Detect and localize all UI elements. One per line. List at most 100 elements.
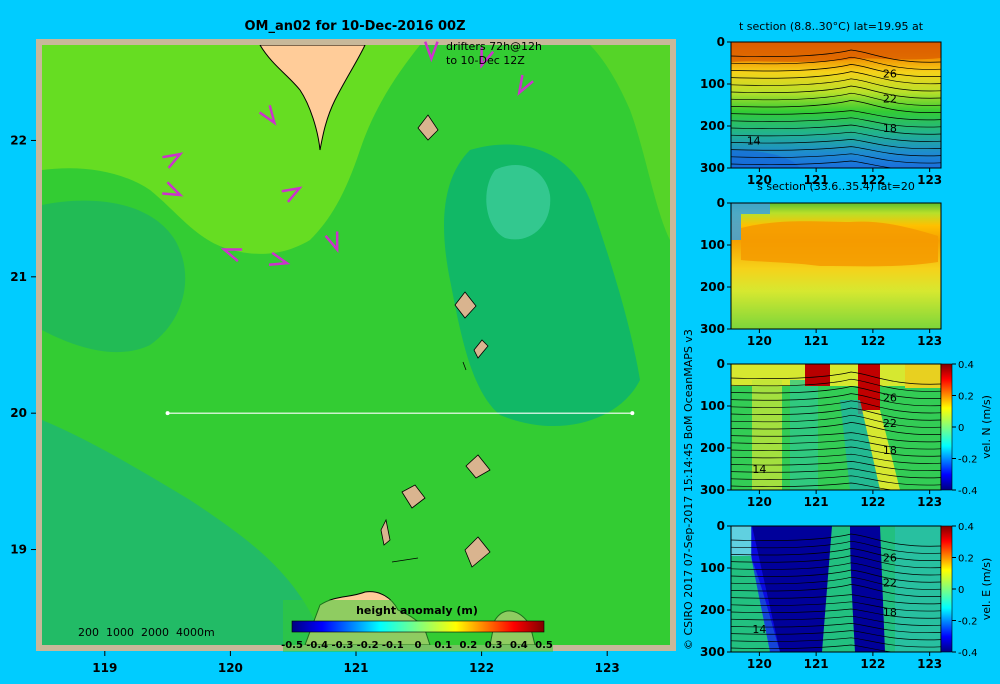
section-y-tick-label: 200 — [700, 441, 725, 455]
contour-label: 18 — [883, 606, 897, 619]
map-title: OM_an02 for 10-Dec-2016 00Z — [244, 19, 465, 34]
contour-label: 22 — [883, 417, 897, 430]
section-x-tick-label: 123 — [917, 657, 942, 671]
v-section-colorbar — [940, 363, 953, 491]
colorbar-tick-label: 0.1 — [434, 640, 452, 651]
u-section-colorbar — [940, 525, 953, 653]
section-y-tick-label: 0 — [717, 35, 725, 49]
section-x-tick-label: 123 — [917, 495, 942, 509]
section-end-marker — [630, 411, 635, 416]
section-y-tick-label: 100 — [700, 238, 725, 252]
colorbar-tick-label: 0.4 — [958, 522, 974, 533]
figure: OM_an02 for 10-Dec-2016 00Z drifters 72h… — [10, 19, 993, 675]
contour-label: 22 — [883, 577, 897, 590]
s-section-panel: s section (33.6..35.4) lat=20 120 121 122 1… — [700, 180, 942, 348]
section-y-tick-label: 0 — [717, 196, 725, 210]
section-y-tick-label: 200 — [700, 603, 725, 617]
credit-text: © CSIRO 2017 07-Sep-2017 15:14:45 BoM Oc… — [682, 329, 695, 650]
colorbar-tick-label: -0.2 — [958, 455, 978, 466]
section-y-tick-label: 300 — [700, 645, 725, 659]
colorbar-tick-label: -0.2 — [357, 640, 379, 651]
map-colorbar: height anomaly (m) -0.5 -0.4 -0.3 -0.2 -0.1 0… — [281, 600, 553, 652]
colorbar-tick-label: -0.4 — [958, 486, 978, 497]
colorbar-tick-label: 0 — [415, 640, 422, 651]
t-section-panel: t section (8.8..30°C) lat=19.95 at 120 12… — [700, 20, 942, 187]
s-section-title: s section (33.6..35.4) lat=20 — [757, 180, 915, 193]
colorbar-label: height anomaly (m) — [356, 604, 478, 617]
colorbar-tick-label: 0 — [958, 585, 964, 596]
section-x-tick-label: 122 — [860, 657, 885, 671]
colorbar-tick-label: 0 — [958, 423, 964, 434]
map-x-tick-label: 119 — [92, 661, 117, 675]
height-anomaly-map: OM_an02 for 10-Dec-2016 00Z drifters 72h… — [10, 19, 676, 675]
map-x-tick-label: 123 — [595, 661, 620, 675]
drifter-note-line2: to 10-Dec 12Z — [446, 54, 525, 67]
section-x-tick-label: 123 — [917, 334, 942, 348]
v-section-jet-left — [805, 364, 830, 386]
u-section-colorbar-label: vel. E (m/s) — [980, 558, 993, 621]
map-y-tick-label: 20 — [10, 406, 27, 420]
colorbar-tick-label: -0.3 — [331, 640, 353, 651]
contour-label: 14 — [747, 135, 761, 148]
colorbar-tick-label: 0.2 — [958, 392, 974, 403]
colorbar-tick-label: 0.2 — [958, 554, 974, 565]
section-x-tick-label: 122 — [860, 495, 885, 509]
colorbar-tick-label: 0.4 — [510, 640, 528, 651]
map-y-tick-label: 19 — [10, 543, 27, 557]
section-y-tick-label: 100 — [700, 399, 725, 413]
t-section-surface-layer — [731, 42, 941, 62]
contour-label: 18 — [883, 122, 897, 135]
colorbar-tick-label: 0.5 — [535, 640, 553, 651]
contour-label: 22 — [883, 93, 897, 106]
map-y-tick-label: 21 — [10, 270, 27, 284]
colorbar-tick-label: -0.1 — [382, 640, 404, 651]
colorbar-tick-label: -0.2 — [958, 617, 978, 628]
section-y-tick-label: 100 — [700, 561, 725, 575]
u-section-surface-cyan — [731, 526, 751, 556]
colorbar-tick-label: -0.4 — [958, 648, 978, 659]
v-section-colorbar-ticks: 0.4 0.2 0 -0.2 -0.4 — [952, 360, 978, 497]
contour-label: 26 — [883, 392, 897, 405]
section-x-tick-label: 123 — [917, 173, 942, 187]
section-y-tick-label: 100 — [700, 77, 725, 91]
drifter-note-line1: drifters 72h@12h — [446, 40, 542, 53]
map-y-tick-label: 22 — [10, 133, 27, 147]
section-x-tick-label: 121 — [804, 334, 829, 348]
section-x-tick-label: 121 — [804, 657, 829, 671]
colorbar-tick-label: -0.5 — [281, 640, 303, 651]
section-x-tick-label: 120 — [747, 495, 772, 509]
colorbar-tick-label: 0.4 — [958, 360, 974, 371]
contour-label: 26 — [883, 68, 897, 81]
map-x-tick-label: 122 — [469, 661, 494, 675]
s-section-high-salinity-core — [741, 221, 938, 267]
map-x-tick-label: 121 — [343, 661, 368, 675]
colorbar-tick-label: 0.2 — [460, 640, 478, 651]
colorbar-tick-label: -0.4 — [306, 640, 328, 651]
depth-legend: 200 1000 2000 4000m — [78, 626, 215, 639]
section-y-tick-label: 300 — [700, 322, 725, 336]
contour-label: 26 — [883, 552, 897, 565]
v-section-panel: 120 121 122 123 0 100 200 300 26 22 18 14 0.4 0.2 0 -… — [700, 357, 993, 509]
colorbar-gradient — [291, 620, 545, 633]
section-start-marker — [165, 411, 170, 416]
t-section-title: t section (8.8..30°C) lat=19.95 at — [739, 20, 924, 33]
contour-label: 14 — [752, 623, 766, 636]
contour-label: 14 — [752, 463, 766, 476]
section-y-tick-label: 200 — [700, 119, 725, 133]
v-section-colorbar-label: vel. N (m/s) — [980, 395, 993, 459]
section-x-tick-label: 120 — [747, 657, 772, 671]
section-x-tick-label: 122 — [860, 334, 885, 348]
section-y-tick-label: 0 — [717, 357, 725, 371]
colorbar-ticks: -0.5 -0.4 -0.3 -0.2 -0.1 0 0.1 0.2 0.3 0.4 0.5 — [281, 640, 553, 651]
section-y-tick-label: 300 — [700, 483, 725, 497]
section-y-tick-label: 200 — [700, 280, 725, 294]
map-x-tick-label: 120 — [218, 661, 243, 675]
section-x-tick-label: 120 — [747, 334, 772, 348]
contour-label: 18 — [883, 444, 897, 457]
u-section-colorbar-ticks: 0.4 0.2 0 -0.2 -0.4 — [952, 522, 978, 659]
u-section-panel: 120 121 122 123 0 100 200 300 26 22 18 14 0.4 0.2 0 -… — [700, 519, 993, 671]
section-y-tick-label: 300 — [700, 161, 725, 175]
section-x-tick-label: 121 — [804, 495, 829, 509]
colorbar-tick-label: 0.3 — [485, 640, 503, 651]
section-y-tick-label: 0 — [717, 519, 725, 533]
